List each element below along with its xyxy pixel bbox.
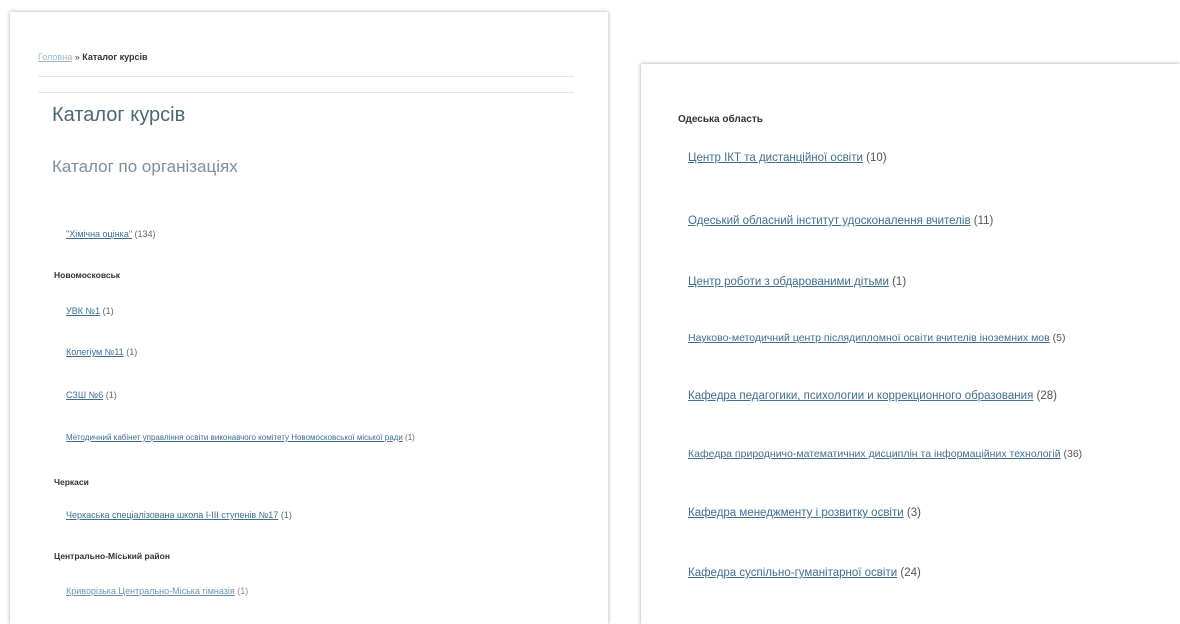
org-count: (11) bbox=[973, 215, 994, 227]
org-link[interactable]: Кафедра суспільно-гуманітарної освіти bbox=[688, 567, 897, 579]
breadcrumb-separator: » bbox=[74, 52, 80, 62]
region-heading: Новомосковськ bbox=[54, 270, 121, 280]
org-link[interactable]: УВК №1 bbox=[66, 306, 100, 316]
breadcrumb-current: Каталог курсів bbox=[82, 52, 148, 62]
org-count: (1) bbox=[105, 390, 117, 400]
list-item: Кафедра педагогики, психологии и коррекц… bbox=[688, 390, 1057, 402]
page-title: Каталог курсів bbox=[52, 104, 186, 126]
org-link[interactable]: Черкаська спеціалізована школа І-ІІІ сту… bbox=[66, 510, 278, 520]
breadcrumb: Головна » Каталог курсів bbox=[38, 52, 148, 62]
org-count: (3) bbox=[906, 507, 921, 519]
org-count: (24) bbox=[900, 567, 921, 579]
list-item: Методичний кабінет управління освіти вик… bbox=[66, 433, 415, 442]
org-count: (5) bbox=[1052, 332, 1066, 344]
list-item: Центр ІКТ та дистанційної освіти (10) bbox=[688, 152, 887, 164]
org-link[interactable]: "Хімічна оцінка" bbox=[66, 229, 132, 239]
list-item: Кафедра суспільно-гуманітарної освіти (2… bbox=[688, 567, 921, 579]
list-item: УВК №1 (1) bbox=[66, 306, 114, 316]
org-link[interactable]: Кафедра педагогики, психологии и коррекц… bbox=[688, 390, 1033, 402]
org-link[interactable]: Науково-методичний центр післядипломної … bbox=[688, 332, 1050, 344]
list-item: Кафедра менеджменту і розвитку освіти (3… bbox=[688, 507, 921, 519]
list-item: Кафедра природничо-математичних дисциплі… bbox=[688, 448, 1082, 460]
org-link[interactable]: Кафедра природничо-математичних дисциплі… bbox=[688, 448, 1061, 460]
region-heading: Центрально-Міський район bbox=[54, 551, 170, 561]
divider bbox=[38, 76, 574, 77]
page-subtitle: Каталог по організаціях bbox=[52, 157, 238, 176]
list-item: Центр роботи з обдарованими дітьми (1) bbox=[688, 276, 906, 288]
org-count: (1) bbox=[237, 586, 249, 596]
list-item: СЗШ №6 (1) bbox=[66, 390, 117, 400]
org-link[interactable]: Криворізька Центрально-Міська гімназія bbox=[66, 586, 235, 596]
list-item: Криворізька Центрально-Міська гімназія (… bbox=[66, 586, 248, 596]
list-item: Колегіум №11 (1) bbox=[66, 347, 137, 357]
org-count: (1) bbox=[892, 276, 907, 288]
list-item: Одеський обласний інститут удосконалення… bbox=[688, 215, 993, 227]
org-count: (134) bbox=[134, 229, 156, 239]
divider bbox=[38, 92, 574, 93]
org-count: (1) bbox=[280, 510, 292, 520]
org-link[interactable]: Центр роботи з обдарованими дітьми bbox=[688, 276, 889, 288]
right-panel bbox=[641, 64, 1180, 624]
org-count: (28) bbox=[1036, 390, 1057, 402]
breadcrumb-home-link[interactable]: Головна bbox=[38, 52, 72, 62]
org-count: (1) bbox=[126, 347, 138, 357]
org-link[interactable]: Колегіум №11 bbox=[66, 347, 124, 357]
list-item: Черкаська спеціалізована школа І-ІІІ сту… bbox=[66, 510, 292, 520]
org-count: (1) bbox=[102, 306, 114, 316]
org-link[interactable]: Одеський обласний інститут удосконалення… bbox=[688, 215, 971, 227]
org-count: (1) bbox=[405, 433, 415, 442]
org-count: (36) bbox=[1063, 448, 1083, 460]
list-item: Науково-методичний центр післядипломної … bbox=[688, 332, 1065, 344]
org-count: (10) bbox=[866, 152, 887, 164]
org-link[interactable]: Кафедра менеджменту і розвитку освіти bbox=[688, 507, 904, 519]
region-heading: Одеська область bbox=[678, 114, 763, 125]
org-link[interactable]: Центр ІКТ та дистанційної освіти bbox=[688, 152, 863, 164]
org-link[interactable]: СЗШ №6 bbox=[66, 390, 103, 400]
region-heading: Черкаси bbox=[54, 477, 89, 487]
org-link[interactable]: Методичний кабінет управління освіти вик… bbox=[66, 433, 403, 442]
list-item: "Хімічна оцінка" (134) bbox=[66, 229, 156, 239]
